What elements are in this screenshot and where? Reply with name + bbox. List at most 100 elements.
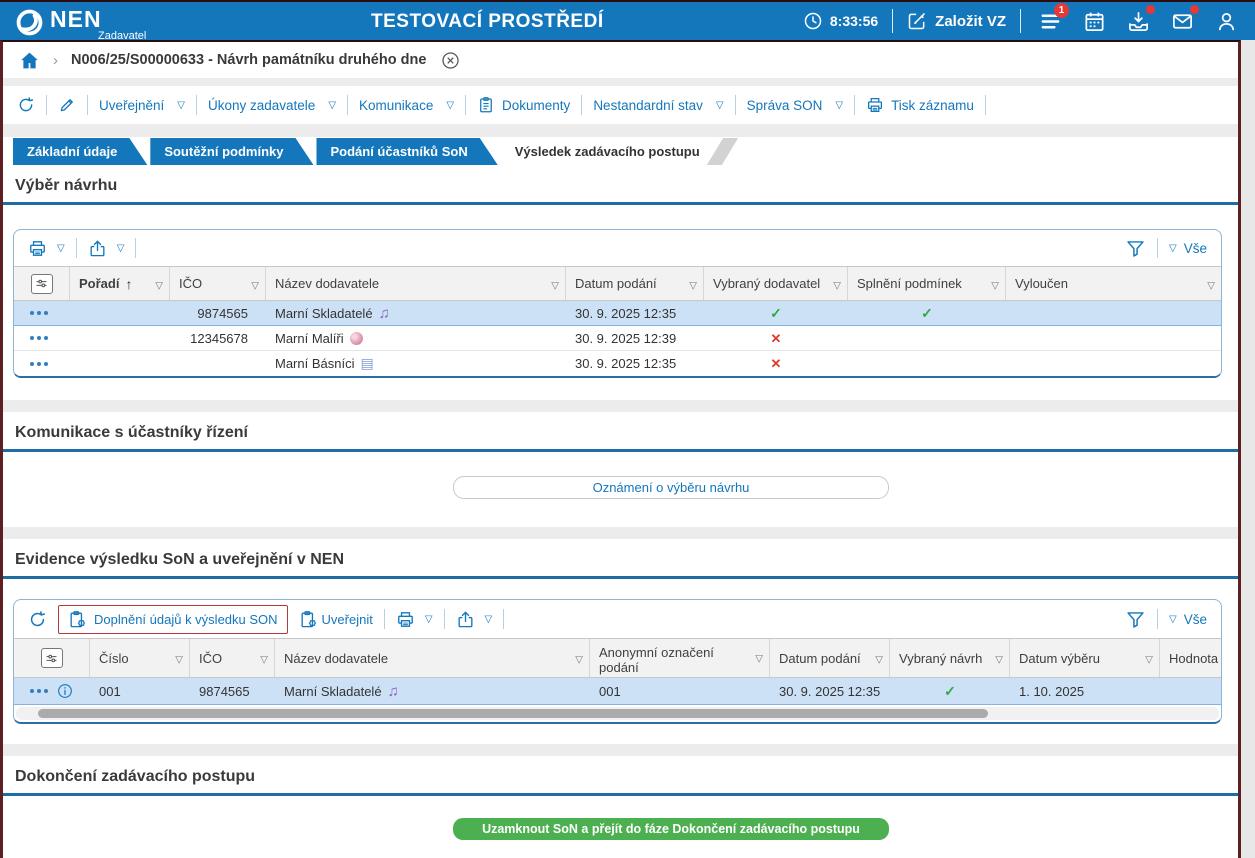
column-filter-icon[interactable]	[155, 276, 163, 291]
column-header-anonymni[interactable]: Anonymní označení podání	[590, 639, 770, 677]
divider-band	[3, 124, 1238, 137]
column-filter-icon[interactable]	[551, 276, 559, 291]
messages-alert-dot	[1190, 5, 1199, 14]
column-header-datum-podani[interactable]: Datum podání	[770, 639, 890, 677]
tab-podani-ucastniku[interactable]: Podání účastníků SoN	[316, 138, 497, 165]
uzamknout-son-button[interactable]: Uzamknout SoN a přejít do fáze Dokončení…	[453, 818, 889, 840]
column-header-datum-podani[interactable]: Datum podání	[566, 267, 704, 300]
refresh-icon[interactable]	[17, 96, 35, 114]
table-row[interactable]: 12345678 Marní Malíři 30. 9. 2025 12:39	[14, 326, 1221, 351]
edit-pencil-icon[interactable]	[58, 96, 76, 114]
row-menu-icon[interactable]	[30, 336, 48, 340]
column-header-hodnota[interactable]: Hodnota s	[1160, 639, 1221, 677]
filter-funnel-icon[interactable]	[1125, 238, 1146, 259]
info-icon[interactable]	[57, 683, 73, 699]
export-table-button[interactable]	[456, 610, 493, 629]
scrollbar-thumb[interactable]	[38, 709, 988, 718]
breadcrumb-record[interactable]: N006/25/S00000633 - Návrh památníku druh…	[71, 52, 426, 68]
column-header-ico[interactable]: IČO	[170, 267, 266, 300]
column-filter-icon[interactable]	[875, 651, 883, 666]
print-table-button[interactable]	[396, 610, 433, 629]
column-filter-icon[interactable]	[689, 276, 697, 291]
column-header-vybrany-navrh[interactable]: Vybraný návrh	[890, 639, 1010, 677]
cell-datum: 30. 9. 2025 12:35	[566, 306, 704, 321]
inbox-download-icon	[1127, 10, 1150, 33]
filter-all-dropdown[interactable]: Vše	[1169, 612, 1207, 627]
column-header-vyloucen[interactable]: Vyloučen	[1006, 267, 1221, 300]
user-icon	[1215, 10, 1238, 33]
column-filter-icon[interactable]	[833, 276, 841, 291]
row-menu-icon[interactable]	[30, 689, 48, 693]
uverejnit-button[interactable]: Uveřejnit	[299, 610, 373, 629]
section-title: Komunikace s účastníky řízení	[3, 412, 1238, 452]
top-header: NEN Zadavatel TESTOVACÍ PROSTŘEDÍ 8:33:5…	[0, 0, 1255, 40]
table-row[interactable]: 001 9874565 Marní Skladatelé 001 30. 9. …	[14, 678, 1221, 705]
messages-button[interactable]	[1167, 6, 1197, 36]
oznameni-o-vyberu-button[interactable]: Oznámení o výběru návrhu	[453, 476, 889, 499]
column-filter-icon[interactable]	[991, 276, 999, 291]
column-filter-icon[interactable]	[995, 651, 1003, 666]
menu-dokumenty[interactable]: Dokumenty	[477, 96, 570, 114]
tab-zakladni-udaje[interactable]: Základní údaje	[13, 138, 147, 165]
column-header-poradi[interactable]: Pořadí	[70, 267, 170, 300]
cell-nazev: Marní Skladatelé	[275, 683, 590, 700]
menu-ukony-zadavatele[interactable]: Úkony zadavatele	[208, 98, 336, 113]
menu-tisk-zaznamu[interactable]: Tisk záznamu	[866, 96, 974, 114]
menu-komunikace[interactable]: Komunikace	[359, 98, 454, 113]
home-icon[interactable]	[19, 50, 40, 71]
filter-all-dropdown[interactable]: Vše	[1169, 241, 1207, 256]
printer-icon	[866, 96, 884, 114]
horizontal-scrollbar[interactable]	[16, 707, 1219, 720]
column-filter-icon[interactable]	[1145, 651, 1153, 666]
export-table-button[interactable]	[88, 239, 125, 258]
refresh-icon[interactable]	[28, 610, 47, 629]
print-table-button[interactable]	[28, 239, 65, 258]
menu-nestandardni-stav[interactable]: Nestandardní stav	[593, 98, 723, 113]
create-vz-button[interactable]: Založit VZ	[907, 11, 1006, 31]
calendar-button[interactable]	[1079, 6, 1109, 36]
record-actions-toolbar: Uveřejnění Úkony zadavatele Komunikace D…	[3, 86, 1238, 124]
tab-bar: Základní údaje Soutěžní podmínky Podání …	[3, 137, 1238, 165]
column-filter-icon[interactable]	[251, 276, 259, 291]
tab-vysledek-postupu[interactable]: Výsledek zadávacího postupu	[501, 138, 722, 165]
column-settings-icon[interactable]	[31, 274, 53, 294]
table-row[interactable]: 9874565 Marní Skladatelé 30. 9. 2025 12:…	[14, 301, 1221, 326]
row-menu-icon[interactable]	[30, 311, 48, 315]
close-record-icon[interactable]	[441, 51, 460, 70]
column-header-nazev[interactable]: Název dodavatele	[266, 267, 566, 300]
column-header-datum-vyberu[interactable]: Datum výběru	[1010, 639, 1160, 677]
divider-band	[3, 78, 1238, 86]
cell-datum: 30. 9. 2025 12:39	[566, 331, 704, 346]
clipboard-gear-icon	[68, 610, 87, 629]
column-filter-icon[interactable]	[260, 651, 268, 666]
menu-sprava-son[interactable]: Správa SON	[747, 98, 843, 113]
column-filter-icon[interactable]	[575, 651, 583, 666]
vyber-table-header: Pořadí IČO Název dodavatele Datum podání…	[14, 266, 1221, 301]
doplneni-udaju-button[interactable]: Doplnění údajů k výsledku SON	[58, 605, 288, 634]
divider	[1020, 9, 1021, 33]
filter-funnel-icon[interactable]	[1125, 609, 1146, 630]
tasks-menu-button[interactable]: 1	[1035, 6, 1065, 36]
user-profile-button[interactable]	[1211, 6, 1241, 36]
column-header-cislo[interactable]: Číslo	[90, 639, 190, 677]
evidence-table-header: Číslo IČO Název dodavatele Anonymní ozna…	[14, 638, 1221, 678]
column-settings-icon[interactable]	[41, 648, 63, 668]
column-header-vybrany-dodavatel[interactable]: Vybraný dodavatel	[704, 267, 848, 300]
cell-nazev: Marní Malíři	[266, 331, 566, 346]
application-window: NEN Zadavatel TESTOVACÍ PROSTŘEDÍ 8:33:5…	[0, 0, 1255, 858]
table-row[interactable]: Marní Básníci 30. 9. 2025 12:35	[14, 351, 1221, 376]
column-header-ico[interactable]: IČO	[190, 639, 275, 677]
environment-title: TESTOVACÍ PROSTŘEDÍ	[371, 11, 604, 33]
column-filter-icon[interactable]	[1207, 276, 1215, 291]
nen-logo[interactable]: NEN Zadavatel	[16, 6, 102, 36]
menu-uverejneni[interactable]: Uveřejnění	[99, 98, 185, 113]
column-filter-icon[interactable]	[755, 650, 763, 667]
column-header-splneni-podminek[interactable]: Splnění podmínek	[848, 267, 1006, 300]
column-filter-icon[interactable]	[175, 651, 183, 666]
tab-soutezni-podminky[interactable]: Soutěžní podmínky	[150, 138, 313, 165]
section-title: Evidence výsledku SoN a uveřejnění v NEN	[3, 539, 1238, 579]
clipboard-gear-icon	[299, 610, 318, 629]
inbox-button[interactable]	[1123, 6, 1153, 36]
row-menu-icon[interactable]	[30, 362, 48, 366]
column-header-nazev[interactable]: Název dodavatele	[275, 639, 590, 677]
